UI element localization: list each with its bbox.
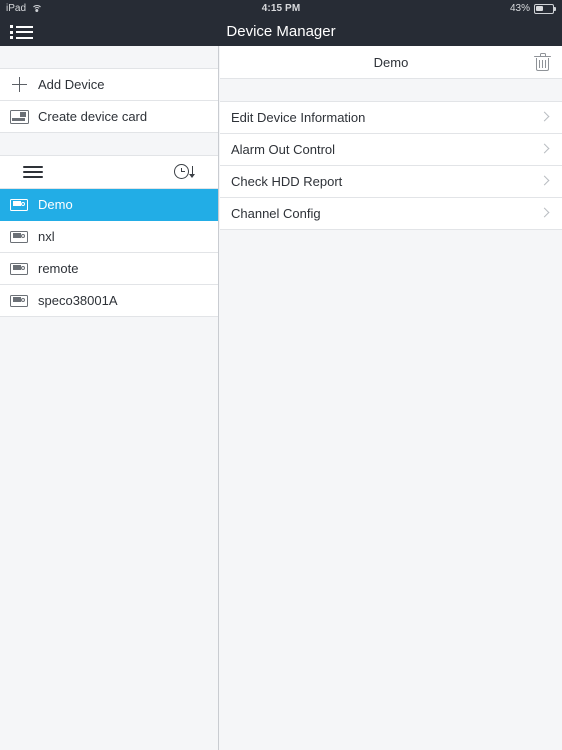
chevron-right-icon (539, 207, 550, 218)
menu-item-edit-device-information[interactable]: Edit Device Information (220, 102, 562, 134)
app-root: iPad 4:15 PM 43% Device Manager Add Devi… (0, 0, 562, 750)
sidebar-item-create-device-card[interactable]: Create device card (0, 101, 218, 133)
trash-icon[interactable] (534, 53, 551, 72)
dvr-icon (0, 294, 38, 307)
navigation-bar: Device Manager (0, 18, 562, 46)
device-list-item-nxl[interactable]: nxl (0, 221, 218, 253)
device-list-item-speco38001a[interactable]: speco38001A (0, 285, 218, 317)
selected-device-title: Demo (373, 54, 409, 70)
status-bar-clock: 4:15 PM (261, 3, 301, 14)
sidebar-top-spacer (0, 46, 218, 69)
hamburger-icon[interactable] (23, 166, 43, 178)
sidebar-item-label: Add Device (38, 77, 105, 92)
content-header: Demo (220, 46, 562, 79)
menu-item-label: Edit Device Information (231, 110, 366, 125)
device-name-label: remote (38, 261, 79, 276)
menu-item-alarm-out-control[interactable]: Alarm Out Control (220, 134, 562, 166)
menu-item-check-hdd-report[interactable]: Check HDD Report (220, 166, 562, 198)
device-name-label: Demo (38, 197, 73, 212)
sidebar-mid-spacer (0, 133, 218, 156)
device-card-icon (0, 109, 38, 124)
sidebar-toolbar (0, 156, 218, 189)
dvr-icon (0, 230, 38, 243)
status-bar: iPad 4:15 PM 43% (0, 0, 562, 18)
device-list-item-demo[interactable]: Demo (0, 189, 218, 221)
status-bar-right: 43% (510, 0, 556, 18)
device-name-label: speco38001A (38, 293, 118, 308)
battery-percent-label: 43% (509, 3, 530, 14)
battery-icon (534, 4, 556, 14)
menu-item-label: Alarm Out Control (231, 142, 336, 157)
content-panel: Demo Edit Device Information Alarm Out C… (220, 46, 562, 750)
dvr-icon (0, 198, 38, 211)
chevron-right-icon (539, 175, 550, 186)
sidebar-item-add-device[interactable]: Add Device (0, 69, 218, 101)
device-list-item-remote[interactable]: remote (0, 253, 218, 285)
menu-item-label: Channel Config (231, 206, 321, 221)
content-spacer (220, 79, 562, 102)
dvr-icon (0, 262, 38, 275)
page-title: Device Manager (226, 23, 336, 40)
menu-item-label: Check HDD Report (231, 174, 343, 189)
sidebar: Add Device Create device card Demo nxl r… (0, 46, 219, 750)
sidebar-item-label: Create device card (38, 109, 148, 124)
menu-item-channel-config[interactable]: Channel Config (220, 198, 562, 230)
chevron-right-icon (539, 111, 550, 122)
chevron-right-icon (539, 143, 550, 154)
plus-icon (0, 77, 38, 92)
clock-history-icon[interactable] (174, 163, 195, 181)
device-name-label: nxl (38, 229, 55, 244)
